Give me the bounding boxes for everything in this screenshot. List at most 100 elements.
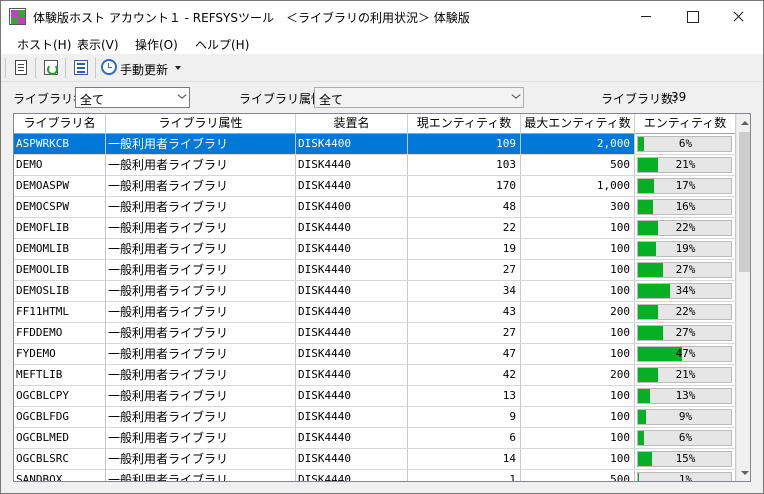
- cell-current-entities: 22: [408, 218, 521, 238]
- table-row[interactable]: OGCBLFDG 一般利用者ライブラリ DISK4440 9 100 9%: [14, 407, 736, 428]
- table-body: ASPWRKCB 一般利用者ライブラリ DISK4400 109 2,000 6% DEMO…: [14, 134, 736, 481]
- cell-device: DISK4400: [296, 134, 408, 154]
- chevron-down-icon[interactable]: [173, 63, 183, 73]
- cell-current-entities: 103: [408, 155, 521, 175]
- cell-current-entities: 13: [408, 386, 521, 406]
- cell-library-attr: 一般利用者ライブラリ: [106, 428, 296, 448]
- usage-percent: 22%: [675, 221, 696, 234]
- cell-library-name: DEMOFLIB: [14, 218, 106, 238]
- manual-update-button[interactable]: [99, 58, 119, 78]
- manual-update-label[interactable]: 手動更新: [120, 61, 168, 78]
- chevron-down-icon: [177, 94, 186, 100]
- cell-current-entities: 1: [408, 470, 521, 481]
- cell-library-name: FYDEMO: [14, 344, 106, 364]
- usage-percent: 6%: [678, 137, 693, 150]
- cell-current-entities: 27: [408, 323, 521, 343]
- toolbar-separator: [35, 58, 36, 78]
- table-row[interactable]: FYDEMO 一般利用者ライブラリ DISK4440 47 100 47%: [14, 344, 736, 365]
- table-row[interactable]: MEFTLIB 一般利用者ライブラリ DISK4440 42 200 21%: [14, 365, 736, 386]
- cell-library-name: DEMOASPW: [14, 176, 106, 196]
- cell-device: DISK4440: [296, 428, 408, 448]
- cell-library-attr: 一般利用者ライブラリ: [106, 323, 296, 343]
- table-row[interactable]: FFDDEMO 一般利用者ライブラリ DISK4440 27 100 27%: [14, 323, 736, 344]
- cell-library-attr: 一般利用者ライブラリ: [106, 449, 296, 469]
- cell-library-name: SANDBOX: [14, 470, 106, 481]
- header-device[interactable]: 装置名: [296, 114, 408, 134]
- library-name-select[interactable]: 全て: [75, 87, 190, 108]
- cell-device: DISK4440: [296, 176, 408, 196]
- cell-current-entities: 27: [408, 260, 521, 280]
- cell-max-entities: 500: [521, 470, 635, 481]
- table-row[interactable]: OGCBLSRC 一般利用者ライブラリ DISK4440 14 100 15%: [14, 449, 736, 470]
- cell-entity-ratio: 9%: [635, 407, 736, 427]
- document-button[interactable]: [11, 58, 31, 78]
- toolbar-separator: [65, 58, 66, 78]
- scroll-down-button[interactable]: [737, 464, 750, 481]
- cell-library-attr: 一般利用者ライブラリ: [106, 386, 296, 406]
- usage-bar: 13%: [637, 388, 732, 404]
- table-row[interactable]: FF11HTML 一般利用者ライブラリ DISK4440 43 200 22%: [14, 302, 736, 323]
- refresh-button[interactable]: [41, 58, 61, 78]
- usage-bar: 19%: [637, 241, 732, 257]
- refresh-icon: [44, 60, 58, 75]
- minimize-button[interactable]: [623, 1, 669, 32]
- usage-percent: 21%: [675, 368, 696, 381]
- usage-bar: 17%: [637, 178, 732, 194]
- cell-entity-ratio: 21%: [635, 365, 736, 385]
- header-current-entities[interactable]: 現エンティティ数: [408, 114, 521, 134]
- cell-max-entities: 100: [521, 239, 635, 259]
- header-library-attr[interactable]: ライブラリ属性: [106, 114, 296, 134]
- table-row[interactable]: DEMO 一般利用者ライブラリ DISK4440 103 500 21%: [14, 155, 736, 176]
- cell-max-entities: 300: [521, 197, 635, 217]
- cell-device: DISK4440: [296, 344, 408, 364]
- cell-entity-ratio: 47%: [635, 344, 736, 364]
- table-row[interactable]: OGCBLMED 一般利用者ライブラリ DISK4440 6 100 6%: [14, 428, 736, 449]
- scroll-up-button[interactable]: [737, 114, 750, 131]
- cell-device: DISK4440: [296, 260, 408, 280]
- cell-device: DISK4440: [296, 365, 408, 385]
- menu-host[interactable]: ホスト(H): [17, 36, 71, 53]
- cell-device: DISK4440: [296, 323, 408, 343]
- table-row[interactable]: DEMOOLIB 一般利用者ライブラリ DISK4440 27 100 27%: [14, 260, 736, 281]
- list-view-button[interactable]: [71, 58, 91, 78]
- usage-bar: 27%: [637, 262, 732, 278]
- usage-percent: 27%: [675, 263, 696, 276]
- cell-current-entities: 170: [408, 176, 521, 196]
- maximize-button[interactable]: [669, 1, 715, 32]
- document-icon: [15, 60, 27, 75]
- close-button[interactable]: [715, 1, 761, 32]
- table-row[interactable]: DEMOFLIB 一般利用者ライブラリ DISK4440 22 100 22%: [14, 218, 736, 239]
- header-entity-ratio[interactable]: エンティティ数: [635, 114, 736, 134]
- usage-bar: 9%: [637, 409, 732, 425]
- title-bar[interactable]: 体験版ホスト アカウント１ - REFSYSツール ＜ライブラリの利用状況＞ 体…: [1, 1, 763, 32]
- header-library-name[interactable]: ライブラリ名: [14, 114, 106, 134]
- usage-bar: 15%: [637, 451, 732, 467]
- library-attr-select[interactable]: 全て: [314, 87, 524, 108]
- cell-library-attr: 一般利用者ライブラリ: [106, 176, 296, 196]
- app-icon[interactable]: [9, 8, 26, 25]
- cell-library-attr: 一般利用者ライブラリ: [106, 260, 296, 280]
- cell-library-attr: 一般利用者ライブラリ: [106, 365, 296, 385]
- menu-view[interactable]: 表示(V): [77, 36, 119, 53]
- cell-library-attr: 一般利用者ライブラリ: [106, 218, 296, 238]
- cell-library-name: OGCBLMED: [14, 428, 106, 448]
- cell-max-entities: 100: [521, 428, 635, 448]
- header-max-entities[interactable]: 最大エンティティ数: [521, 114, 635, 134]
- table-row[interactable]: OGCBLCPY 一般利用者ライブラリ DISK4440 13 100 13%: [14, 386, 736, 407]
- vertical-scrollbar[interactable]: [736, 114, 750, 481]
- cell-library-name: FF11HTML: [14, 302, 106, 322]
- cell-device: DISK4440: [296, 302, 408, 322]
- cell-current-entities: 34: [408, 281, 521, 301]
- scroll-thumb[interactable]: [739, 132, 750, 272]
- menu-help[interactable]: ヘルプ(H): [195, 36, 249, 53]
- usage-bar: 6%: [637, 136, 732, 152]
- table-row[interactable]: DEMOMLIB 一般利用者ライブラリ DISK4440 19 100 19%: [14, 239, 736, 260]
- table-row[interactable]: SANDBOX 一般利用者ライブラリ DISK4440 1 500 1%: [14, 470, 736, 481]
- cell-device: DISK4440: [296, 155, 408, 175]
- table-row[interactable]: DEMOSLIB 一般利用者ライブラリ DISK4440 34 100 34%: [14, 281, 736, 302]
- table-row[interactable]: DEMOCSPW 一般利用者ライブラリ DISK4400 48 300 16%: [14, 197, 736, 218]
- table-row[interactable]: ASPWRKCB 一般利用者ライブラリ DISK4400 109 2,000 6%: [14, 134, 736, 155]
- menu-operation[interactable]: 操作(O): [135, 36, 178, 53]
- table-row[interactable]: DEMOASPW 一般利用者ライブラリ DISK4440 170 1,000 17%: [14, 176, 736, 197]
- cell-device: DISK4440: [296, 239, 408, 259]
